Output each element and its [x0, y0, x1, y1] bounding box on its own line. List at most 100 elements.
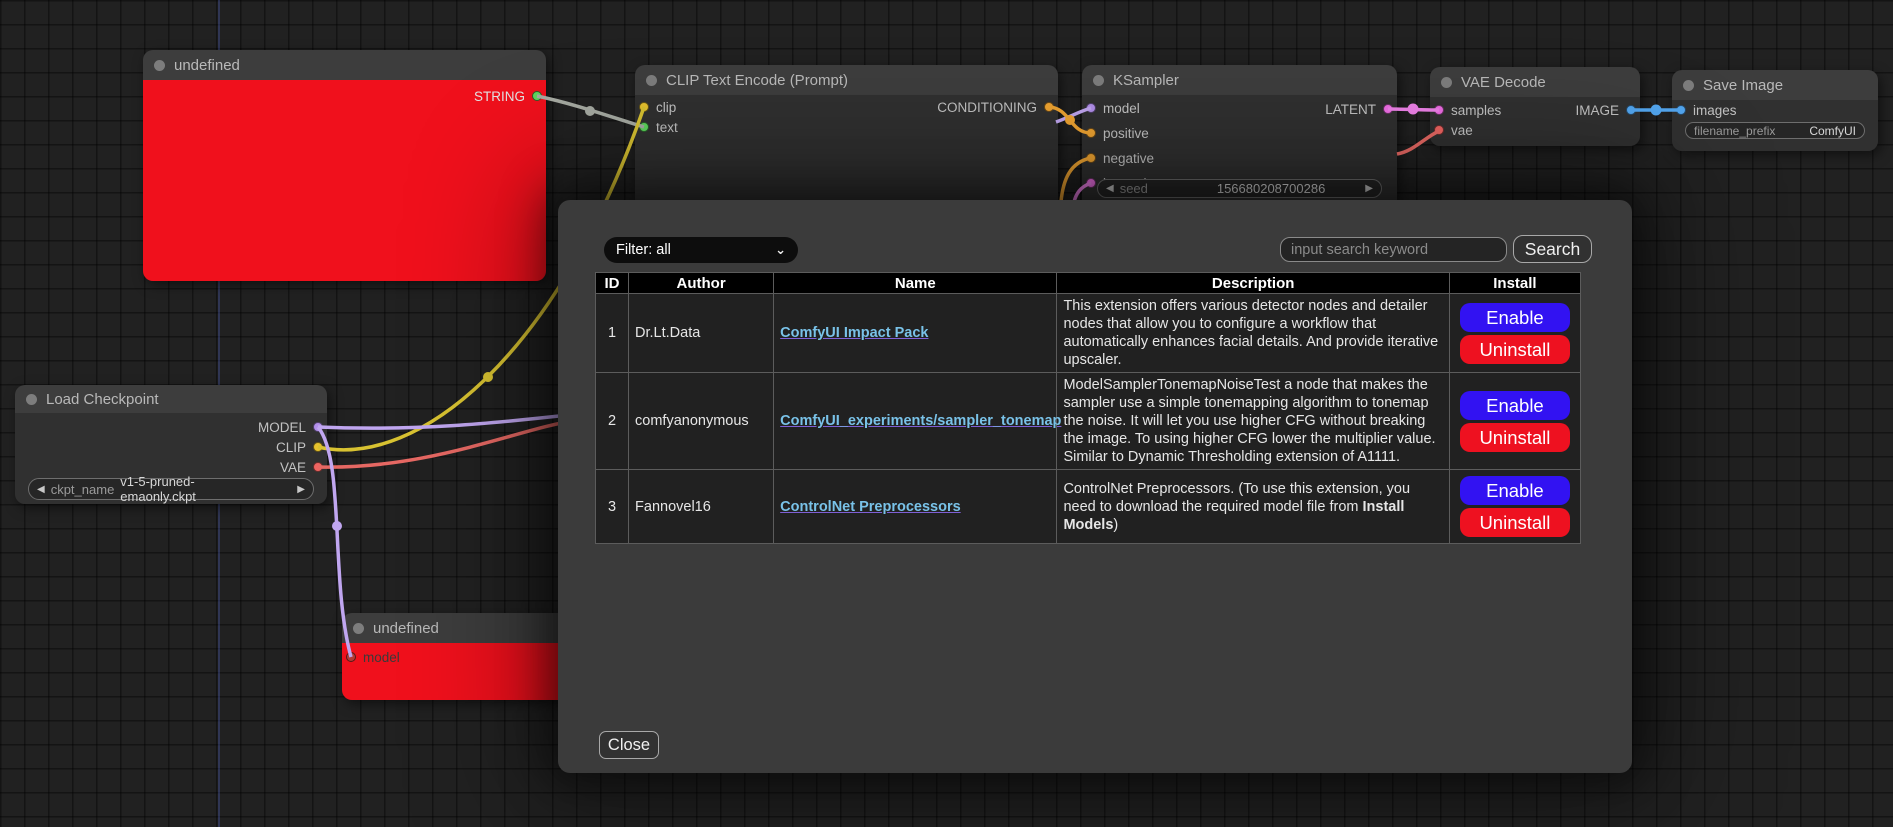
extension-link[interactable]: ComfyUI_experiments/sampler_tonemap — [780, 413, 1061, 429]
node-vae-decode[interactable]: VAE Decode samples vae IMAGE — [1430, 67, 1640, 146]
vae-port-dot-icon[interactable] — [1434, 125, 1444, 135]
node-title-bar[interactable]: Load Checkpoint — [15, 385, 327, 413]
node-title-bar[interactable]: undefined — [143, 50, 546, 80]
ckpt-name-widget[interactable]: ◀ ckpt_name v1-5-pruned-emaonly.ckpt ▶ — [28, 478, 314, 500]
table-row: 1 Dr.Lt.Data ComfyUI Impact Pack This ex… — [596, 294, 1581, 373]
port-model-input[interactable]: model — [346, 649, 400, 665]
node-save-image[interactable]: Save Image images filename_prefix ComfyU… — [1672, 70, 1878, 151]
latent-port-dot-icon[interactable] — [1383, 104, 1393, 114]
cell-description: This extension offers various detector n… — [1057, 294, 1449, 373]
node-title-bar[interactable]: Save Image — [1672, 70, 1878, 100]
port-text-input[interactable]: text — [639, 119, 678, 135]
link-dot-icon — [1065, 115, 1075, 125]
node-undefined-bottom[interactable]: undefined model — [342, 613, 582, 700]
port-vae-output[interactable]: VAE — [280, 459, 323, 475]
node-collapse-dot[interactable] — [1683, 80, 1694, 91]
search-input[interactable] — [1280, 237, 1507, 262]
port-latent-output[interactable]: LATENT — [1325, 101, 1393, 117]
text-port-dot-icon[interactable] — [639, 122, 649, 132]
comfyui-app: { "canvas": { "nodes": { "undefined_top"… — [0, 0, 1893, 827]
port-label: positive — [1103, 126, 1149, 141]
cell-id: 2 — [596, 373, 629, 470]
enable-button[interactable]: Enable — [1460, 303, 1570, 332]
port-model-output[interactable]: MODEL — [258, 419, 323, 435]
increment-arrow-icon[interactable]: ▶ — [1365, 183, 1373, 194]
clip-port-dot-icon[interactable] — [313, 442, 323, 452]
port-string-output[interactable]: STRING — [474, 88, 542, 104]
model-port-dot-icon[interactable] — [1086, 103, 1096, 113]
node-collapse-dot[interactable] — [1441, 77, 1452, 88]
filter-select[interactable]: Filter: all ⌄ — [604, 237, 798, 263]
port-label: samples — [1451, 103, 1501, 118]
port-label: model — [363, 650, 400, 665]
filename-prefix-widget[interactable]: filename_prefix ComfyUI — [1685, 122, 1865, 139]
clip-port-dot-icon[interactable] — [639, 102, 649, 112]
next-arrow-icon[interactable]: ▶ — [297, 484, 305, 495]
port-clip-input[interactable]: clip — [639, 99, 676, 115]
port-label: CONDITIONING — [937, 100, 1037, 115]
port-image-output[interactable]: IMAGE — [1575, 102, 1636, 118]
prev-arrow-icon[interactable]: ◀ — [37, 484, 45, 495]
port-model-input[interactable]: model — [1086, 100, 1140, 116]
images-port-dot-icon[interactable] — [1676, 105, 1686, 115]
chevron-down-icon: ⌄ — [775, 242, 786, 258]
wire-vae-left — [318, 420, 578, 467]
uninstall-button[interactable]: Uninstall — [1460, 423, 1570, 452]
node-title: VAE Decode — [1461, 74, 1546, 91]
node-load-checkpoint[interactable]: Load Checkpoint MODEL CLIP VAE ◀ ckpt_na… — [15, 385, 327, 504]
uninstall-button[interactable]: Uninstall — [1460, 335, 1570, 364]
link-dot-icon — [332, 521, 342, 531]
string-port-dot-icon[interactable] — [532, 91, 542, 101]
node-body: images filename_prefix ComfyUI — [1672, 100, 1878, 151]
seed-widget[interactable]: ◀ seed 156680208700286 ▶ — [1097, 179, 1382, 198]
node-collapse-dot[interactable] — [646, 75, 657, 86]
node-title: undefined — [373, 620, 439, 637]
enable-button[interactable]: Enable — [1460, 476, 1570, 505]
close-button[interactable]: Close — [599, 731, 659, 759]
extension-link[interactable]: ComfyUI Impact Pack — [780, 325, 928, 341]
node-title-bar[interactable]: KSampler — [1082, 65, 1397, 95]
node-undefined-top[interactable]: undefined STRING — [143, 50, 546, 281]
positive-port-dot-icon[interactable] — [1086, 128, 1096, 138]
port-images-input[interactable]: images — [1676, 102, 1737, 118]
decrement-arrow-icon[interactable]: ◀ — [1106, 183, 1114, 194]
port-negative-input[interactable]: negative — [1086, 150, 1154, 166]
node-collapse-dot[interactable] — [353, 623, 364, 634]
cell-name: ComfyUI_experiments/sampler_tonemap — [774, 373, 1057, 470]
node-title: KSampler — [1113, 72, 1179, 89]
port-conditioning-output[interactable]: CONDITIONING — [937, 99, 1054, 115]
header-author: Author — [629, 273, 774, 294]
port-label: VAE — [280, 460, 306, 475]
port-samples-input[interactable]: samples — [1434, 102, 1501, 118]
model-port-dot-icon[interactable] — [313, 422, 323, 432]
node-ksampler[interactable]: KSampler model positive negative latent_… — [1082, 65, 1397, 210]
model-port-dot-icon[interactable] — [346, 652, 356, 662]
conditioning-port-dot-icon[interactable] — [1044, 102, 1054, 112]
node-title-bar[interactable]: undefined — [342, 613, 582, 643]
link-dot-icon — [585, 106, 595, 116]
extension-link[interactable]: ControlNet Preprocessors — [780, 499, 961, 515]
cell-install: Enable Uninstall — [1449, 470, 1580, 544]
port-clip-output[interactable]: CLIP — [276, 439, 323, 455]
header-name: Name — [774, 273, 1057, 294]
negative-port-dot-icon[interactable] — [1086, 153, 1096, 163]
node-title: Load Checkpoint — [46, 391, 159, 408]
node-title: CLIP Text Encode (Prompt) — [666, 72, 848, 89]
search-button[interactable]: Search — [1513, 235, 1592, 263]
uninstall-button[interactable]: Uninstall — [1460, 508, 1570, 537]
vae-port-dot-icon[interactable] — [313, 462, 323, 472]
node-collapse-dot[interactable] — [26, 394, 37, 405]
enable-button[interactable]: Enable — [1460, 391, 1570, 420]
node-collapse-dot[interactable] — [154, 60, 165, 71]
samples-port-dot-icon[interactable] — [1434, 105, 1444, 115]
image-port-dot-icon[interactable] — [1626, 105, 1636, 115]
cell-name: ComfyUI Impact Pack — [774, 294, 1057, 373]
latent-image-port-dot-icon[interactable] — [1086, 178, 1096, 188]
node-title-bar[interactable]: VAE Decode — [1430, 67, 1640, 97]
node-title-bar[interactable]: CLIP Text Encode (Prompt) — [635, 65, 1058, 95]
port-positive-input[interactable]: positive — [1086, 125, 1149, 141]
port-vae-input[interactable]: vae — [1434, 122, 1473, 138]
node-body: STRING — [143, 80, 546, 281]
port-label: vae — [1451, 123, 1473, 138]
node-collapse-dot[interactable] — [1093, 75, 1104, 86]
